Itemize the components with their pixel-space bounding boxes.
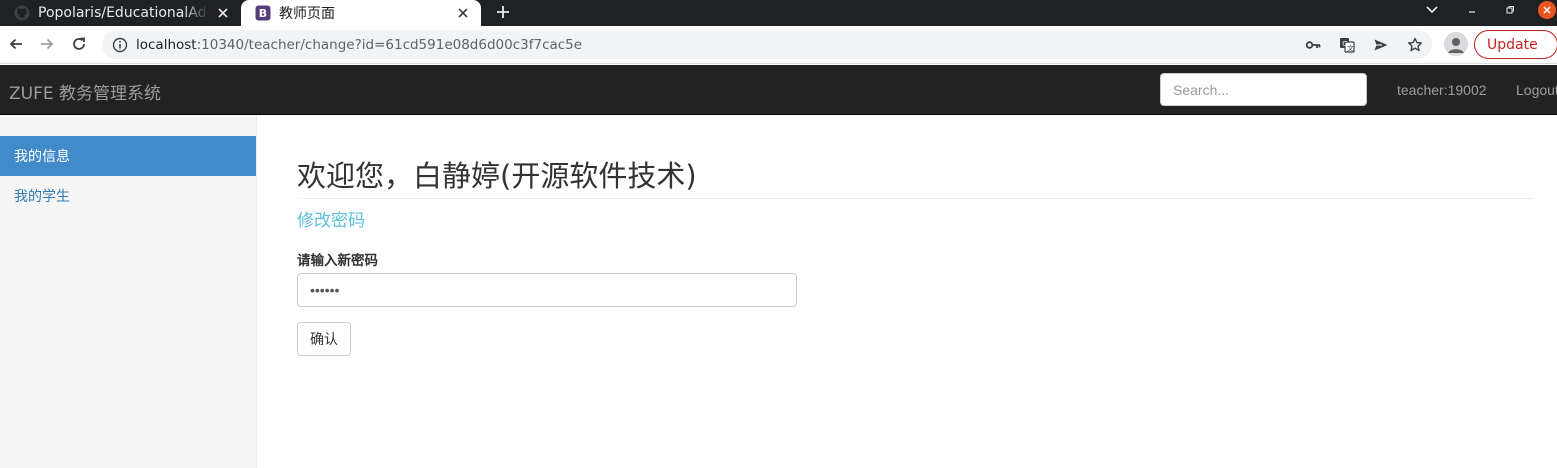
close-tab-icon[interactable]: [455, 5, 471, 21]
tab-title: Popolaris/EducationalAdmin: [38, 5, 209, 21]
tab-title: 教师页面: [279, 6, 335, 22]
github-icon: [14, 5, 30, 21]
bookmark-star-icon[interactable]: [1398, 30, 1432, 59]
new-password-label: 请输入新密码: [297, 253, 378, 269]
url-text: localhost:10340/teacher/change?id=61cd59…: [136, 37, 582, 53]
svg-text:文: 文: [1347, 43, 1354, 52]
title-divider: [297, 198, 1534, 199]
profile-avatar-icon[interactable]: [1444, 32, 1468, 56]
logout-link[interactable]: Logout: [1516, 82, 1557, 98]
new-tab-button[interactable]: [492, 1, 514, 23]
app-navbar: ZUFE 教务管理系统 teacher:19002 Logout: [0, 65, 1557, 115]
minimize-icon[interactable]: [1462, 0, 1482, 20]
key-icon[interactable]: [1296, 30, 1330, 59]
new-password-field[interactable]: [297, 273, 797, 307]
address-bar[interactable]: localhost:10340/teacher/change?id=61cd59…: [102, 30, 1432, 59]
restore-icon[interactable]: [1500, 0, 1520, 20]
sidebar-item-my-info[interactable]: 我的信息: [0, 136, 256, 176]
sidebar: 我的信息 我的学生: [0, 115, 257, 468]
main-content: 欢迎您，白静婷(开源软件技术) 修改密码 请输入新密码 确认: [258, 115, 1557, 468]
url-path: :10340/teacher/change?id=61cd591e08d6d00…: [196, 36, 583, 53]
user-link[interactable]: teacher:19002: [1397, 82, 1487, 98]
tab-search-chevron-down-icon[interactable]: [1422, 0, 1442, 20]
sidebar-item-label: 我的信息: [14, 149, 70, 165]
page-title: 欢迎您，白静婷(开源软件技术): [297, 159, 697, 193]
update-button[interactable]: Update: [1474, 30, 1557, 59]
svg-text:B: B: [259, 7, 267, 20]
browser-tab-strip: Popolaris/EducationalAdmin B 教师页面: [0, 0, 1557, 26]
back-arrow-icon[interactable]: [5, 33, 27, 55]
send-to-device-icon[interactable]: [1364, 30, 1398, 59]
omnibox-actions: G文: [1296, 30, 1432, 59]
browser-toolbar: localhost:10340/teacher/change?id=61cd59…: [0, 26, 1557, 64]
change-password-subheader: 修改密码: [297, 211, 365, 231]
sidebar-item-my-students[interactable]: 我的学生: [0, 176, 256, 216]
close-window-icon[interactable]: [1537, 0, 1557, 20]
close-tab-icon[interactable]: [215, 5, 231, 21]
translate-icon[interactable]: G文: [1330, 30, 1364, 59]
sidebar-item-label: 我的学生: [14, 189, 70, 205]
forward-arrow-icon[interactable]: [36, 33, 58, 55]
update-label: Update: [1487, 36, 1538, 53]
bootstrap-icon: B: [255, 5, 271, 21]
navbar-brand[interactable]: ZUFE 教务管理系统: [9, 79, 161, 104]
site-info-icon[interactable]: [112, 37, 128, 53]
confirm-button[interactable]: 确认: [297, 322, 351, 356]
search-input[interactable]: [1160, 73, 1367, 106]
confirm-label: 确认: [310, 331, 338, 347]
reload-icon[interactable]: [68, 33, 90, 55]
url-host: localhost: [136, 36, 197, 53]
browser-tab-github[interactable]: Popolaris/EducationalAdmin: [0, 0, 241, 26]
browser-tab-teacher-page[interactable]: B 教师页面: [241, 0, 481, 26]
